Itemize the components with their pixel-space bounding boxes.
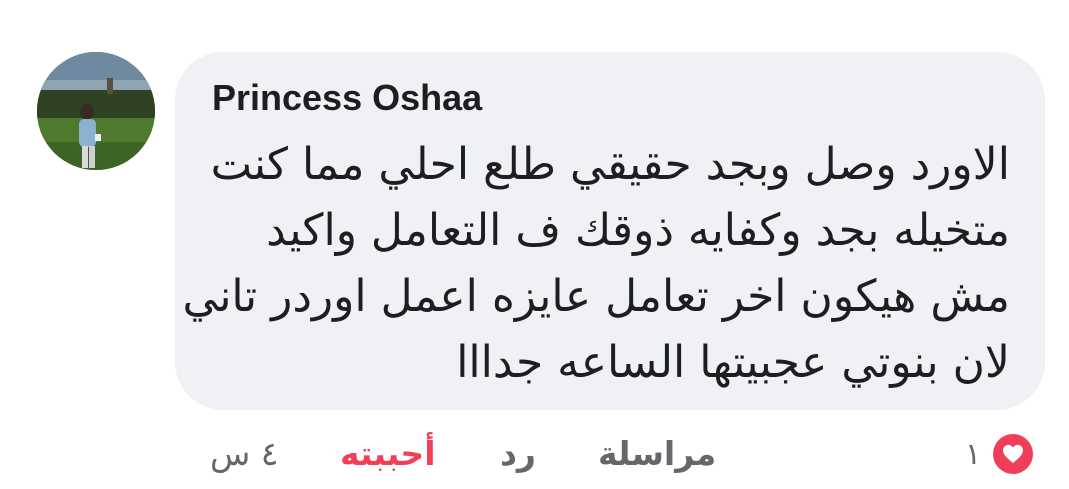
avatar[interactable] bbox=[37, 52, 155, 170]
comment-container: Princess Oshaa الاورد وصل وبجد حقيقي طلع… bbox=[0, 0, 1069, 489]
comment-text: الاورد وصل وبجد حقيقي طلع احلي مما كنت م… bbox=[182, 132, 1010, 396]
heart-reaction-badge bbox=[989, 430, 1038, 478]
comment-line: الاورد وصل وبجد حقيقي طلع احلي مما كنت bbox=[210, 139, 1010, 190]
avatar-photo bbox=[37, 52, 155, 170]
reaction-count: ١ bbox=[965, 436, 982, 472]
reaction-summary[interactable]: ١ bbox=[965, 428, 1038, 480]
comment-line: لان بنوتي عجبيتها الساعه جدااا bbox=[456, 337, 1010, 388]
timestamp[interactable]: ٤ س bbox=[210, 428, 279, 480]
comment-line: مش هيكون اخر تعامل عايزه اعمل اوردر تاني bbox=[182, 271, 1010, 322]
author-name[interactable]: Princess Oshaa bbox=[212, 77, 482, 119]
comment-line: متخيله بجد وكفايه ذوقك ف التعامل واكيد bbox=[266, 205, 1010, 256]
like-button[interactable]: أحببته bbox=[340, 428, 436, 480]
reply-button[interactable]: رد bbox=[500, 428, 536, 480]
heart-icon bbox=[993, 434, 1034, 474]
message-button[interactable]: مراسلة bbox=[598, 428, 716, 480]
comment-bubble: Princess Oshaa الاورد وصل وبجد حقيقي طلع… bbox=[175, 52, 1045, 410]
